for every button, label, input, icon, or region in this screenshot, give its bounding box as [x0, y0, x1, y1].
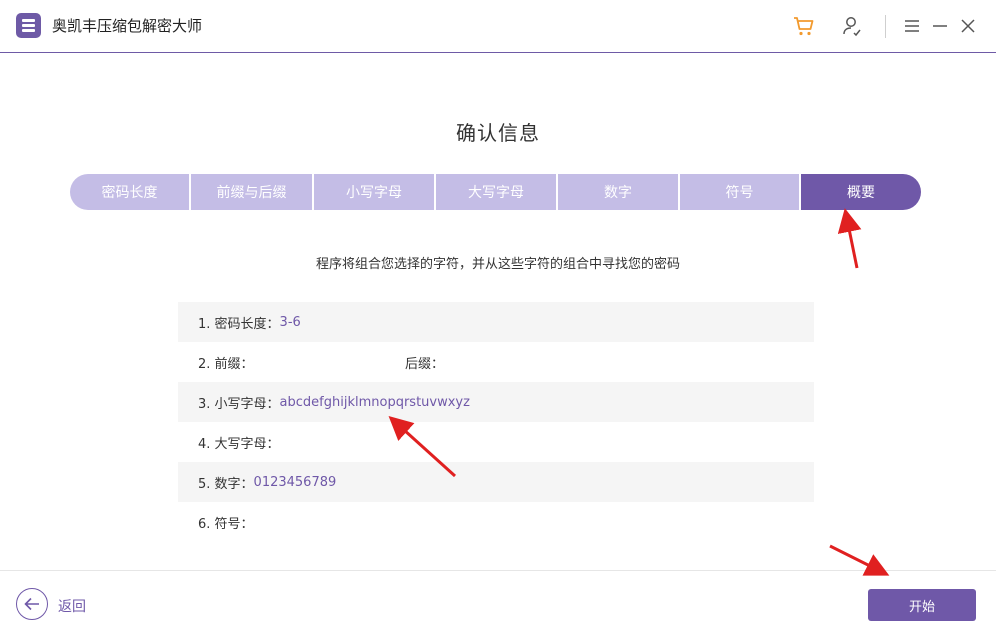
user-icon[interactable]: [838, 12, 866, 40]
summary-row-symbols: 6. 符号：: [178, 502, 814, 542]
summary-row-length: 1. 密码长度： 3-6: [178, 302, 814, 342]
menu-icon[interactable]: [898, 12, 926, 40]
app-logo-icon: [16, 13, 41, 38]
step-summary[interactable]: 概要: [801, 174, 921, 210]
suffix-label: 后缀：: [405, 356, 445, 372]
app-title: 奥凯丰压缩包解密大师: [52, 17, 203, 35]
lowercase-value: abcdefghijklmnopqrstuvwxyz: [279, 394, 470, 410]
minimize-icon[interactable]: [926, 12, 954, 40]
annotation-arrow-start: [829, 544, 890, 576]
summary-row-lowercase: 3. 小写字母： abcdefghijklmnopqrstuvwxyz: [178, 382, 814, 422]
back-label[interactable]: 返回: [58, 596, 86, 616]
page-title: 确认信息: [456, 121, 540, 145]
arrow-left-icon: [24, 597, 39, 611]
lowercase-label: 3. 小写字母：: [198, 396, 280, 412]
length-value: 3-6: [279, 314, 301, 330]
footer-divider: [0, 570, 996, 571]
close-icon[interactable]: [954, 12, 982, 40]
step-lowercase[interactable]: 小写字母: [314, 174, 434, 210]
title-bar: 奥凯丰压缩包解密大师: [0, 0, 996, 53]
summary-row-digits: 5. 数字： 0123456789: [178, 462, 814, 502]
summary-description: 程序将组合您选择的字符，并从这些字符的组合中寻找您的密码: [315, 257, 680, 272]
step-prefix-suffix[interactable]: 前缀与后缀: [191, 174, 312, 210]
step-uppercase[interactable]: 大写字母: [436, 174, 556, 210]
title-bar-divider: [885, 15, 886, 38]
cart-icon[interactable]: [790, 12, 818, 40]
start-button[interactable]: 开始: [868, 589, 976, 621]
summary-row-uppercase: 4. 大写字母：: [178, 422, 814, 462]
uppercase-label: 4. 大写字母：: [198, 436, 280, 452]
step-password-length[interactable]: 密码长度: [70, 174, 189, 210]
back-button[interactable]: [16, 588, 48, 620]
step-digits[interactable]: 数字: [558, 174, 678, 210]
summary-list: 1. 密码长度： 3-6 2. 前缀： 后缀： 3. 小写字母： abcdefg…: [178, 302, 814, 542]
summary-row-prefix-suffix: 2. 前缀： 后缀：: [178, 342, 814, 382]
step-navigation: 密码长度 前缀与后缀 小写字母 大写字母 数字 符号 概要: [70, 174, 921, 210]
digits-label: 5. 数字：: [198, 476, 254, 492]
length-label: 1. 密码长度：: [198, 316, 280, 332]
digits-value: 0123456789: [253, 474, 337, 490]
prefix-label: 2. 前缀：: [198, 356, 254, 372]
step-symbols[interactable]: 符号: [680, 174, 799, 210]
symbols-label: 6. 符号：: [198, 516, 254, 532]
